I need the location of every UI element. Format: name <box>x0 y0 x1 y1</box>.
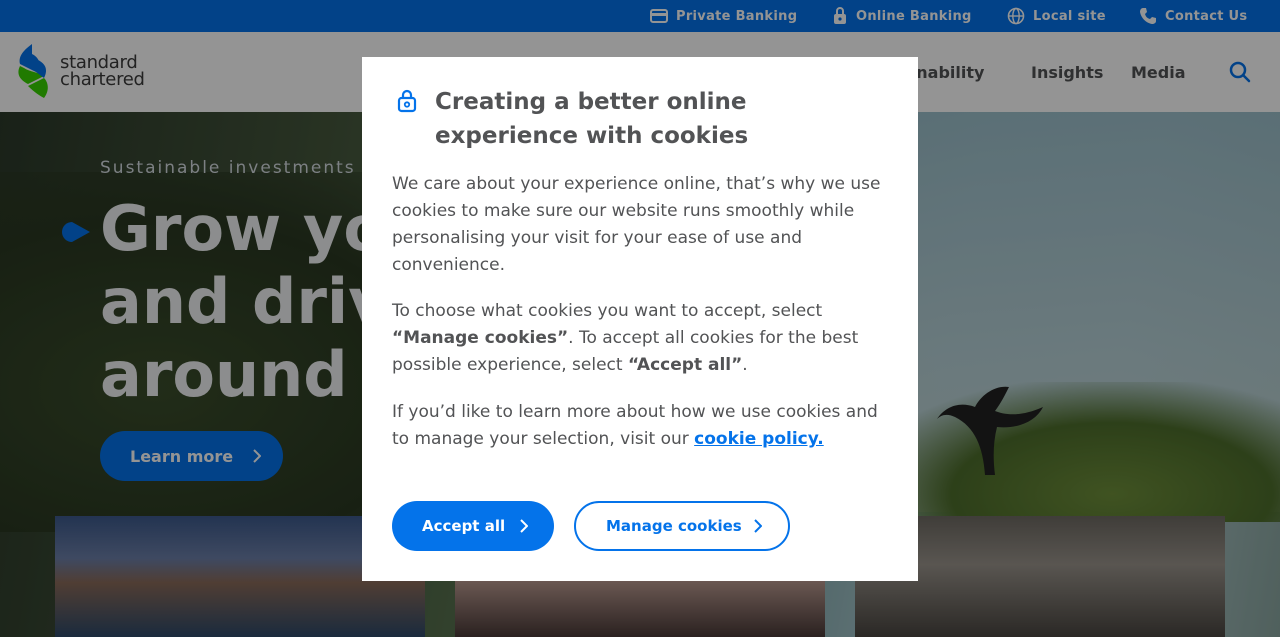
lock-icon <box>397 89 417 113</box>
choose-text-a: To choose what cookies you want to accep… <box>392 301 823 321</box>
cookie-intro-text: We care about your experience online, th… <box>392 174 881 275</box>
choose-accept-emphasis: “Accept all” <box>627 355 743 375</box>
cookie-dialog: Creating a better online experience with… <box>362 57 918 581</box>
manage-cookies-label: Manage cookies <box>606 517 742 535</box>
choose-text-e: . <box>742 355 748 375</box>
cookie-policy-text: If you’d like to learn more about how we… <box>392 399 892 453</box>
accept-all-button[interactable]: Accept all <box>392 501 554 551</box>
cookie-dialog-title: Creating a better online experience with… <box>435 89 749 149</box>
manage-cookies-button[interactable]: Manage cookies <box>574 501 790 551</box>
cookie-policy-link[interactable]: cookie policy. <box>694 429 824 449</box>
accept-all-label: Accept all <box>422 517 506 535</box>
chevron-right-icon <box>754 519 762 533</box>
chevron-right-icon <box>520 519 528 533</box>
cookie-choose-text: To choose what cookies you want to accep… <box>392 298 892 379</box>
choose-manage-emphasis: “Manage cookies” <box>392 328 569 348</box>
